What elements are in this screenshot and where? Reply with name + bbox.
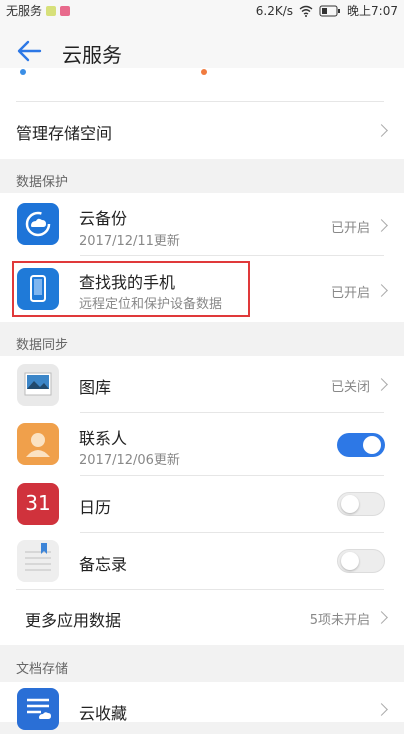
item-status: 已开启 [330, 221, 370, 236]
item-name: 云收藏 [79, 704, 128, 723]
more-app-data-row[interactable]: 更多应用数据 5项未开启 [0, 590, 404, 645]
contacts-toggle[interactable] [337, 433, 385, 457]
contacts-row[interactable]: 联系人 2017/12/06更新 [0, 413, 404, 476]
cloud-favorites-row[interactable]: 云收藏 [0, 682, 404, 730]
section-header-protection: 数据保护 [16, 175, 69, 190]
calendar-day-text: 31 [25, 491, 51, 515]
item-name: 云备份 [79, 209, 128, 228]
notification-icon [46, 5, 57, 16]
network-speed: 6.2K/s [255, 3, 294, 18]
section-header-sync: 数据同步 [16, 338, 69, 353]
manage-storage-label: 管理存储空间 [16, 124, 113, 143]
notes-row[interactable]: 备忘录 [0, 533, 404, 590]
section-header-docs: 文档存储 [16, 662, 69, 677]
battery-icon [319, 5, 341, 16]
chevron-right-icon [375, 378, 388, 391]
calendar-row[interactable]: 31 日历 [0, 476, 404, 533]
cloud-backup-icon [17, 203, 59, 245]
contacts-icon [17, 423, 59, 465]
cloud-favorites-icon [17, 688, 59, 730]
chevron-right-icon [375, 219, 388, 232]
status-bar: 无服务 6.2K/s 晚上7:07 [0, 0, 404, 20]
back-arrow-icon[interactable] [16, 38, 42, 64]
wifi-icon [299, 5, 313, 17]
cloud-backup-row[interactable]: 云备份 2017/12/11更新 已开启 [0, 193, 404, 256]
highlight-box [12, 261, 250, 317]
item-name: 图库 [79, 378, 112, 397]
notes-icon [17, 540, 59, 582]
item-status: 5项未开启 [309, 613, 370, 628]
item-name: 日历 [79, 498, 112, 517]
item-status: 已开启 [330, 286, 370, 301]
chevron-right-icon [375, 124, 388, 137]
partial-items [20, 69, 207, 75]
chevron-right-icon [375, 284, 388, 297]
page-title: 云服务 [62, 43, 122, 67]
item-subtitle: 2017/12/06更新 [79, 453, 180, 468]
carrier-text: 无服务 [6, 4, 43, 18]
calendar-icon: 31 [17, 483, 59, 525]
scrolled-row [0, 68, 404, 102]
chevron-right-icon [375, 703, 388, 716]
manage-storage-row[interactable]: 管理存储空间 [0, 102, 404, 159]
gallery-icon [17, 364, 59, 406]
item-name: 联系人 [79, 429, 128, 448]
clock: 晚上7:07 [347, 4, 398, 18]
item-subtitle: 2017/12/11更新 [79, 234, 180, 249]
gallery-row[interactable]: 图库 已关闭 [0, 356, 404, 413]
item-name: 更多应用数据 [25, 611, 122, 630]
calendar-toggle[interactable] [337, 492, 385, 516]
item-status: 已关闭 [330, 380, 370, 395]
notification-icon [60, 5, 71, 16]
item-name: 备忘录 [79, 555, 128, 574]
notes-toggle[interactable] [337, 549, 385, 573]
chevron-right-icon [375, 611, 388, 624]
